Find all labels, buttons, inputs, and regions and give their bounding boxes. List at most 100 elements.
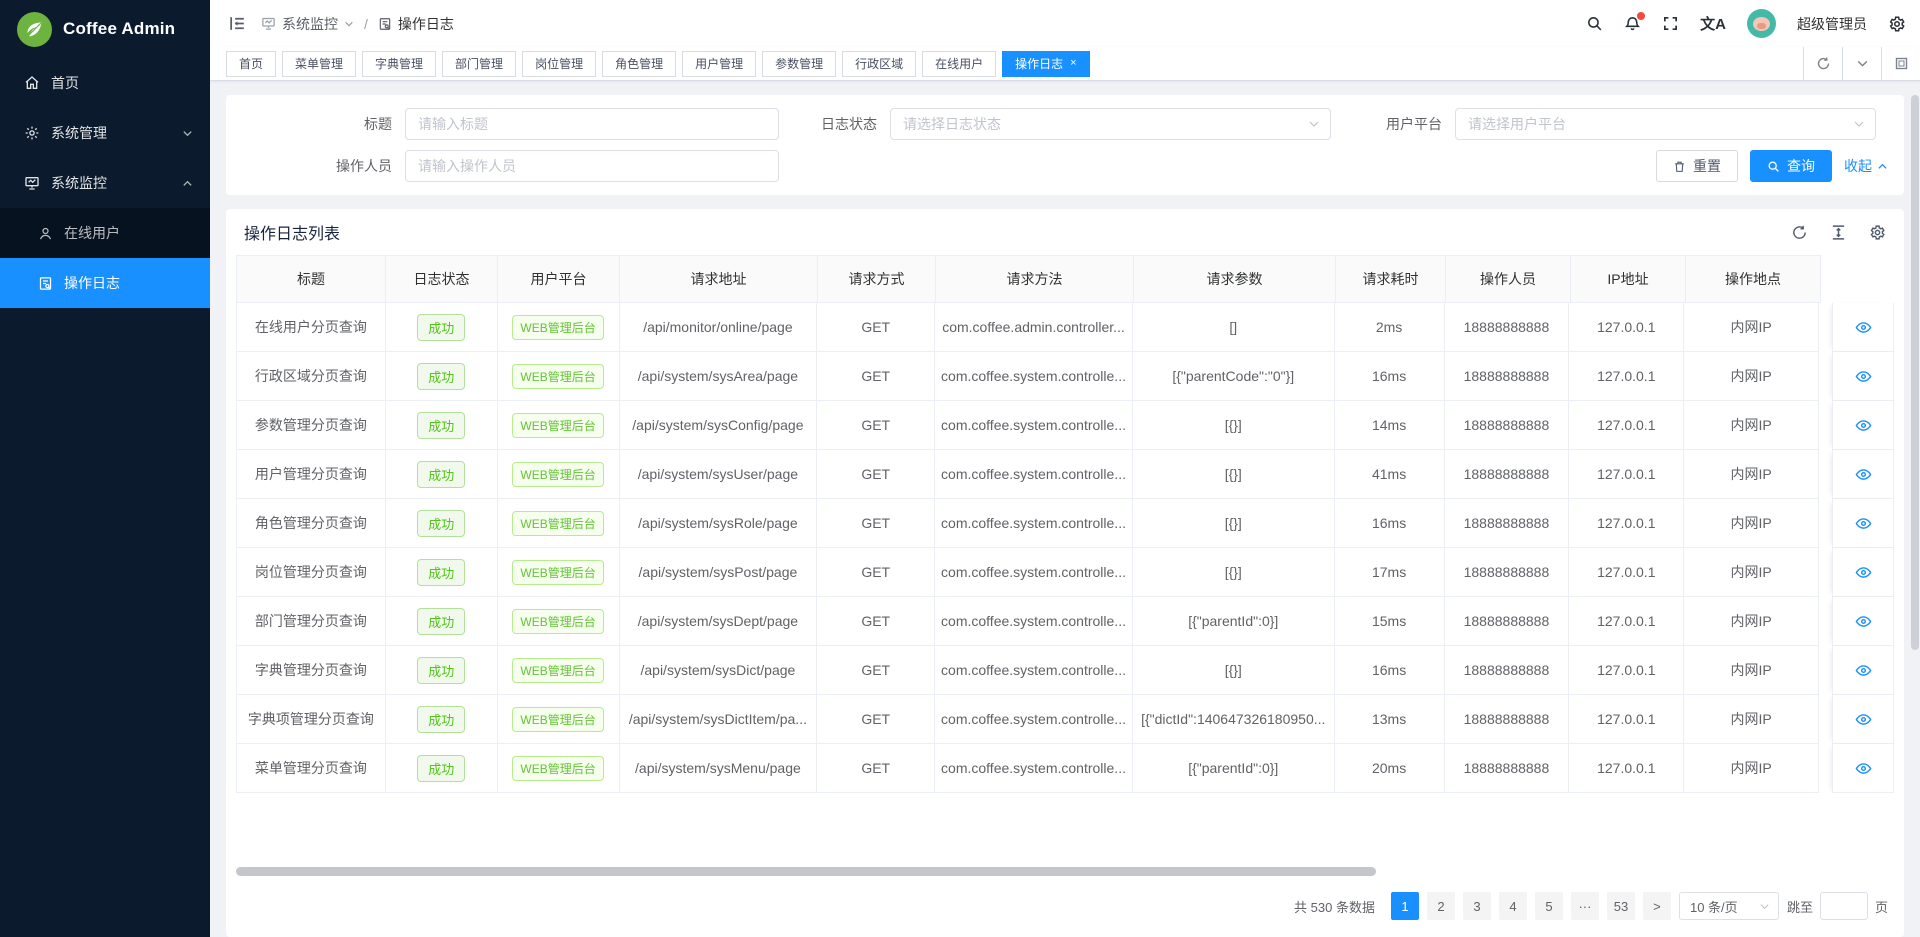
cell-operator: 18888888888 [1445, 597, 1570, 646]
cell-location: 内网IP [1684, 744, 1819, 793]
cell-title: 部门管理分页查询 [236, 597, 386, 646]
column-settings-gear-icon[interactable] [1869, 224, 1886, 241]
tab-在线用户[interactable]: 在线用户 [922, 51, 996, 77]
chevron-down-icon[interactable] [1842, 47, 1881, 81]
view-detail-eye-icon[interactable] [1855, 760, 1872, 777]
sidebar-item-home[interactable]: 首页 [0, 58, 210, 108]
cell-actions [1832, 352, 1894, 401]
tab-字典管理[interactable]: 字典管理 [362, 51, 436, 77]
title-input[interactable] [405, 108, 779, 140]
row-density-icon[interactable] [1830, 224, 1847, 241]
app-logo[interactable]: Coffee Admin [0, 0, 210, 58]
avatar[interactable] [1747, 9, 1776, 38]
view-detail-eye-icon[interactable] [1855, 368, 1872, 385]
sidebar-item-online-users[interactable]: 在线用户 [0, 208, 210, 258]
page-button-2[interactable]: 2 [1427, 892, 1455, 920]
platform-badge: WEB管理后台 [512, 609, 603, 634]
tabs-bar: 首页菜单管理字典管理部门管理岗位管理 角色管理 用户管理参数管理行政区域在线用户操作… [210, 47, 1920, 81]
cell-handler: com.coffee.system.controlle... [935, 352, 1133, 401]
log-status-select[interactable]: 请选择日志状态 [890, 108, 1331, 140]
translate-icon[interactable]: 文A [1700, 13, 1726, 34]
tab-菜单管理[interactable]: 菜单管理 [282, 51, 356, 77]
table-row: 字典管理分页查询成功WEB管理后台/api/system/sysDict/pag… [236, 646, 1894, 695]
search-button-label: 查询 [1787, 156, 1815, 176]
current-user-name[interactable]: 超级管理员 [1797, 14, 1867, 34]
notification-bell-icon[interactable] [1624, 15, 1641, 32]
cell-actions [1832, 499, 1894, 548]
next-page-button[interactable]: > [1643, 892, 1671, 920]
cell-method: GET [817, 499, 935, 548]
jump-page-input[interactable] [1820, 892, 1868, 920]
settings-gear-icon[interactable] [1888, 15, 1906, 33]
view-detail-eye-icon[interactable] [1855, 564, 1872, 581]
refresh-icon[interactable] [1803, 47, 1842, 81]
tab-行政区域[interactable]: 行政区域 [842, 51, 916, 77]
cell-actions [1832, 597, 1894, 646]
tab-操作日志[interactable]: 操作日志× [1002, 51, 1089, 77]
tab-部门管理[interactable]: 部门管理 [442, 51, 516, 77]
cell-platform: WEB管理后台 [498, 646, 620, 695]
tab-用户管理[interactable]: 用户管理 [682, 51, 756, 77]
page-size-select[interactable]: 10 条/页 [1679, 892, 1779, 920]
cell-ip: 127.0.0.1 [1569, 695, 1684, 744]
cell-ip: 127.0.0.1 [1569, 597, 1684, 646]
search-button[interactable]: 查询 [1750, 150, 1832, 182]
view-detail-eye-icon[interactable] [1855, 515, 1872, 532]
column-header: 请求地址 [620, 255, 818, 303]
operator-input[interactable] [405, 150, 779, 182]
page-button-3[interactable]: 3 [1463, 892, 1491, 920]
status-badge: 成功 [417, 559, 465, 586]
search-icon[interactable] [1586, 15, 1603, 32]
page-ellipsis[interactable]: ··· [1571, 892, 1599, 920]
platform-badge: WEB管理后台 [512, 511, 603, 536]
cell-params: [{"parentId":0}] [1133, 744, 1335, 793]
collapse-filter-link[interactable]: 收起 [1844, 156, 1888, 176]
cell-actions [1832, 646, 1894, 695]
cell-url: /api/system/sysRole/page [620, 499, 818, 548]
view-detail-eye-icon[interactable] [1855, 466, 1872, 483]
cell-operator: 18888888888 [1445, 303, 1570, 352]
user-platform-select[interactable]: 请选择用户平台 [1455, 108, 1876, 140]
cell-time: 13ms [1335, 695, 1445, 744]
user-platform-placeholder: 请选择用户平台 [1468, 114, 1853, 134]
view-detail-eye-icon[interactable] [1855, 319, 1872, 336]
cell-title: 字典项管理分页查询 [236, 695, 386, 744]
page-button-1[interactable]: 1 [1391, 892, 1419, 920]
sidebar-item-system-monitor[interactable]: 系统监控 [0, 158, 210, 208]
cell-actions [1832, 401, 1894, 450]
home-icon [24, 75, 40, 91]
reset-button[interactable]: 重置 [1656, 150, 1738, 182]
tab-角色管理[interactable]: 角色管理 [602, 51, 676, 77]
column-header: 请求方法 [936, 255, 1134, 303]
close-tab-icon[interactable]: × [1070, 58, 1076, 69]
tab-参数管理[interactable]: 参数管理 [762, 51, 836, 77]
vertical-scrollbar-thumb[interactable] [1911, 95, 1919, 650]
view-detail-eye-icon[interactable] [1855, 662, 1872, 679]
column-header: 请求方式 [818, 255, 936, 303]
cell-title: 行政区域分页查询 [236, 352, 386, 401]
page-button-4[interactable]: 4 [1499, 892, 1527, 920]
table-row: 参数管理分页查询成功WEB管理后台/api/system/sysConfig/p… [236, 401, 1894, 450]
tab-岗位管理[interactable]: 岗位管理 [522, 51, 596, 77]
page-button-53[interactable]: 53 [1607, 892, 1635, 920]
sidebar-item-operation-log[interactable]: 操作日志 [0, 258, 210, 308]
fullscreen-icon[interactable] [1662, 15, 1679, 32]
collapse-menu-icon[interactable] [228, 14, 247, 33]
breadcrumb-parent[interactable]: 系统监控 [282, 14, 338, 34]
horizontal-scrollbar[interactable] [236, 867, 1894, 877]
tab-首页[interactable]: 首页 [226, 51, 276, 77]
page-button-5[interactable]: 5 [1535, 892, 1563, 920]
top-navbar: 系统监控 / 操作日志 文A 超级管理员 [210, 0, 1920, 47]
table-row: 菜单管理分页查询成功WEB管理后台/api/system/sysMenu/pag… [236, 744, 1894, 793]
horizontal-scrollbar-thumb[interactable] [236, 867, 1376, 876]
maximize-icon[interactable] [1881, 47, 1920, 81]
column-header: 操作地点 [1686, 255, 1821, 303]
refresh-icon[interactable] [1791, 224, 1808, 241]
view-detail-eye-icon[interactable] [1855, 417, 1872, 434]
cell-title: 参数管理分页查询 [236, 401, 386, 450]
cell-params: [{}] [1133, 401, 1335, 450]
sidebar-item-system-management[interactable]: 系统管理 [0, 108, 210, 158]
view-detail-eye-icon[interactable] [1855, 711, 1872, 728]
tab-label: 角色管理 [615, 55, 663, 72]
view-detail-eye-icon[interactable] [1855, 613, 1872, 630]
